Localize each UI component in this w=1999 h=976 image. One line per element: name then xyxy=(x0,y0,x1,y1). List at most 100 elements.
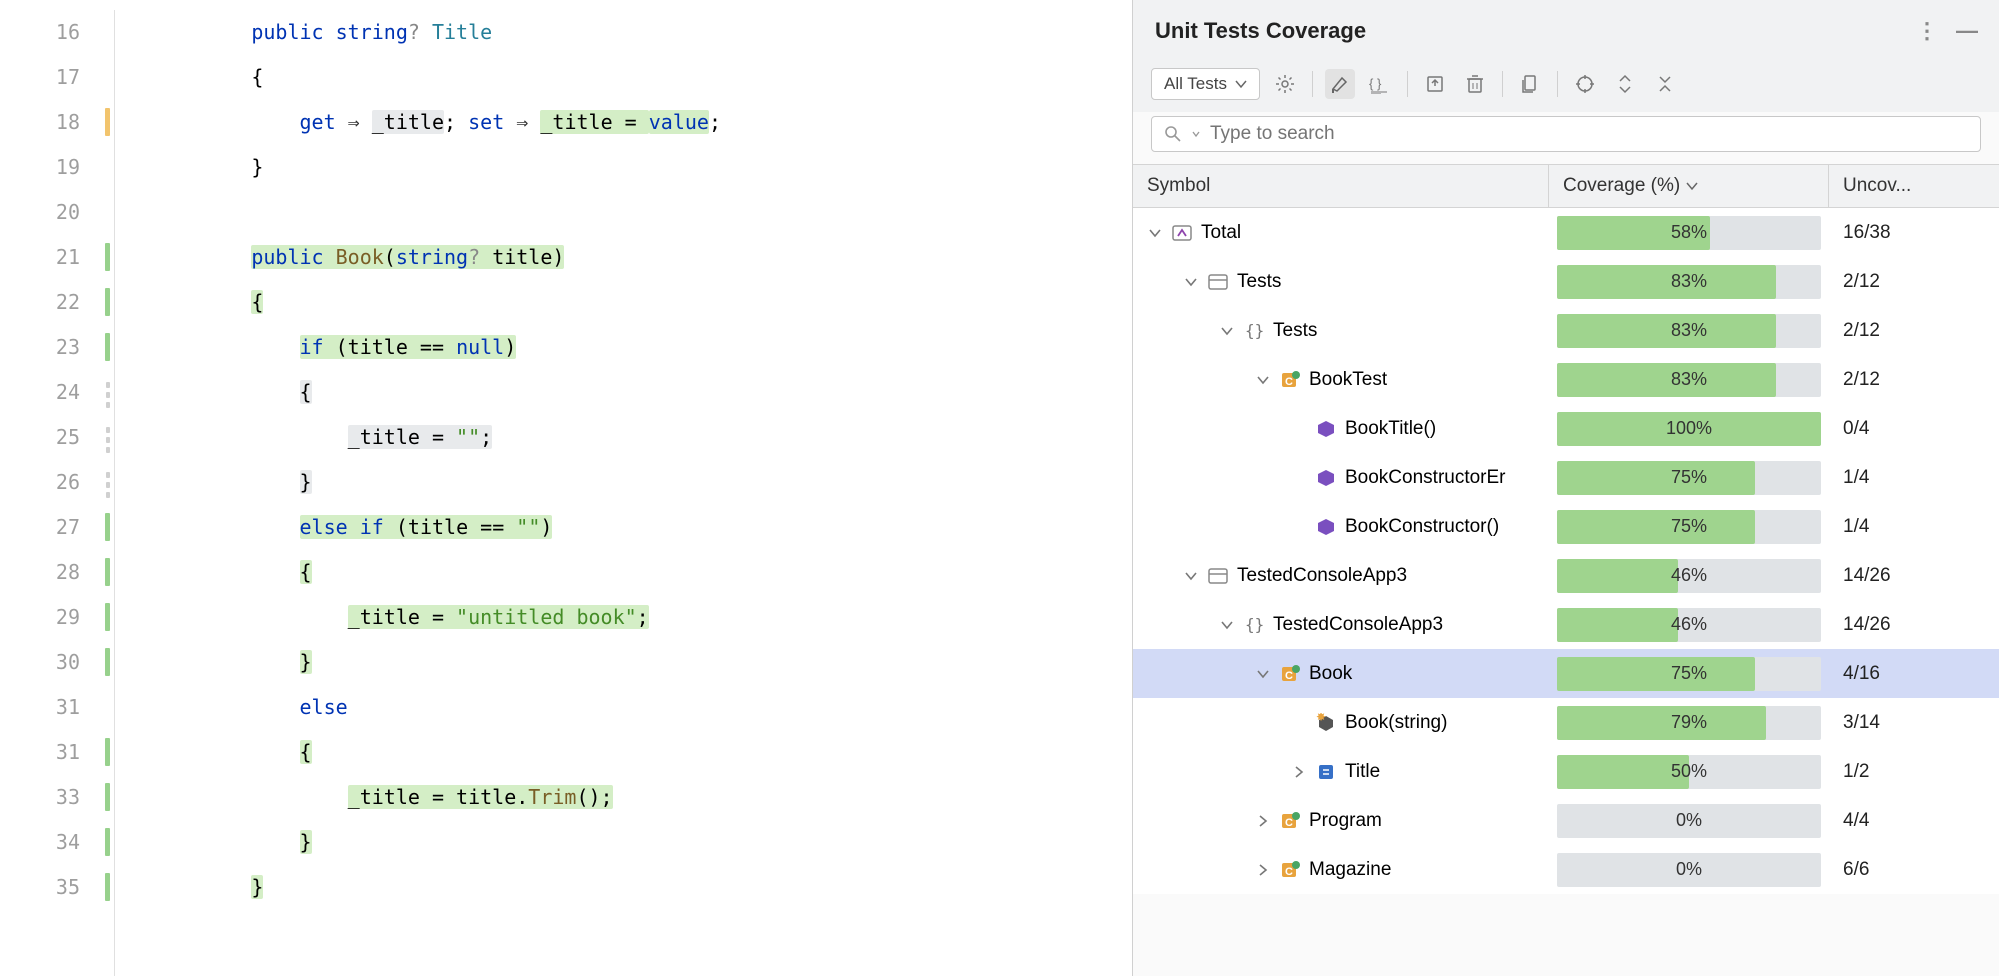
symbol-cell: Title xyxy=(1133,761,1549,783)
col-header-uncovered[interactable]: Uncov... xyxy=(1829,164,1999,208)
tests-scope-dropdown[interactable]: All Tests xyxy=(1151,68,1260,100)
code-line[interactable]: { xyxy=(155,370,1132,415)
tree-row[interactable]: CBookTest83%2/12 xyxy=(1133,355,1999,404)
code-line[interactable]: { xyxy=(155,550,1132,595)
settings-icon[interactable] xyxy=(1270,69,1300,99)
chevron-down-icon[interactable] xyxy=(1219,325,1235,337)
col-header-coverage[interactable]: Coverage (%) xyxy=(1549,164,1829,208)
uncovered-cell: 1/4 xyxy=(1829,516,1999,538)
symbol-cell: BookConstructor() xyxy=(1133,516,1549,538)
coverage-tree[interactable]: Total58%16/38Tests83%2/12{}Tests83%2/12C… xyxy=(1133,208,1999,894)
code-line[interactable]: else xyxy=(155,685,1132,730)
chevron-down-icon[interactable] xyxy=(1255,668,1271,680)
highlight-toggle-icon[interactable] xyxy=(1325,69,1355,99)
tree-row[interactable]: BookConstructor()75%1/4 xyxy=(1133,502,1999,551)
tree-row[interactable]: Title50%1/2 xyxy=(1133,747,1999,796)
code-line[interactable]: if (title == null) xyxy=(155,325,1132,370)
uncovered-cell: 1/4 xyxy=(1829,467,1999,489)
code-line[interactable]: public string? Title xyxy=(155,10,1132,55)
symbol-cell: {}TestedConsoleApp3 xyxy=(1133,614,1549,636)
uncovered-cell: 4/16 xyxy=(1829,663,1999,685)
line-number: 25 xyxy=(0,415,80,460)
chevron-down-icon[interactable] xyxy=(1147,227,1163,239)
code-line[interactable] xyxy=(155,190,1132,235)
target-icon[interactable] xyxy=(1570,69,1600,99)
code-line[interactable]: } xyxy=(155,640,1132,685)
minimize-icon[interactable]: — xyxy=(1957,21,1977,41)
tree-row[interactable]: CProgram0%4/4 xyxy=(1133,796,1999,845)
code-line[interactable]: _title = title.Trim(); xyxy=(155,775,1132,820)
toolbar: All Tests { } xyxy=(1133,58,1999,112)
code-line[interactable]: { xyxy=(155,55,1132,100)
code-line[interactable]: public Book(string? title) xyxy=(155,235,1132,280)
copy-icon[interactable] xyxy=(1515,69,1545,99)
tree-row[interactable]: Total58%16/38 xyxy=(1133,208,1999,257)
export-icon[interactable] xyxy=(1420,69,1450,99)
search-input[interactable] xyxy=(1210,123,1968,145)
code-editor[interactable]: 1617181920212223242526272829303131333435… xyxy=(0,0,1132,976)
line-number: 35 xyxy=(0,865,80,910)
chevron-placeholder xyxy=(1291,418,1307,440)
code-line[interactable]: } xyxy=(155,145,1132,190)
line-number: 16 xyxy=(0,10,80,55)
delete-icon[interactable] xyxy=(1460,69,1490,99)
code-line[interactable]: _title = "untitled book"; xyxy=(155,595,1132,640)
svg-text:C: C xyxy=(1285,866,1293,878)
code-line[interactable]: _title = ""; xyxy=(155,415,1132,460)
search-box[interactable] xyxy=(1151,116,1981,152)
chevron-down-icon xyxy=(1192,130,1200,138)
panel-header: Unit Tests Coverage ⋮ — xyxy=(1133,0,1999,58)
coverage-bar: 83% xyxy=(1557,314,1821,348)
code-line[interactable]: } xyxy=(155,460,1132,505)
options-icon[interactable]: ⋮ xyxy=(1917,21,1937,41)
tree-row[interactable]: CMagazine0%6/6 xyxy=(1133,845,1999,894)
tree-label: Magazine xyxy=(1309,859,1391,881)
panel-title: Unit Tests Coverage xyxy=(1155,18,1366,44)
uncovered-cell: 1/2 xyxy=(1829,761,1999,783)
chevron-placeholder xyxy=(1291,467,1307,489)
chevron-down-icon[interactable] xyxy=(1255,374,1271,386)
separator xyxy=(1312,71,1313,97)
line-number: 27 xyxy=(0,505,80,550)
chevron-right-icon[interactable] xyxy=(1255,815,1271,827)
chevron-down-icon[interactable] xyxy=(1183,276,1199,288)
uncovered-cell: 2/12 xyxy=(1829,320,1999,342)
chevron-down-icon[interactable] xyxy=(1219,619,1235,631)
code-line[interactable]: else if (title == "") xyxy=(155,505,1132,550)
symbol-cell: BookTitle() xyxy=(1133,418,1549,440)
code-line[interactable]: } xyxy=(155,865,1132,910)
line-number: 18 xyxy=(0,100,80,145)
tree-row[interactable]: CBook75%4/16 xyxy=(1133,649,1999,698)
chevron-right-icon[interactable] xyxy=(1291,766,1307,778)
code-line[interactable]: { xyxy=(155,730,1132,775)
tree-row[interactable]: Tests83%2/12 xyxy=(1133,257,1999,306)
coverage-bar: 83% xyxy=(1557,363,1821,397)
col-header-symbol[interactable]: Symbol xyxy=(1133,164,1549,208)
show-hot-spots-icon[interactable]: { } xyxy=(1365,69,1395,99)
tree-row[interactable]: {}TestedConsoleApp346%14/26 xyxy=(1133,600,1999,649)
tree-row[interactable]: BookTitle()100%0/4 xyxy=(1133,404,1999,453)
class-icon: C xyxy=(1279,369,1301,391)
tree-row[interactable]: ✸Book(string)79%3/14 xyxy=(1133,698,1999,747)
collapse-all-icon[interactable] xyxy=(1650,69,1680,99)
coverage-panel: Unit Tests Coverage ⋮ — All Tests { } xyxy=(1132,0,1999,976)
code-line[interactable]: { xyxy=(155,280,1132,325)
symbol-cell: C Magazine xyxy=(1133,859,1549,881)
gutter: 1617181920212223242526272829303131333435 xyxy=(0,10,115,976)
coverage-bar: 75% xyxy=(1557,657,1821,691)
code-area[interactable]: public string? Title { get ⇒ _title; set… xyxy=(115,10,1132,976)
chevron-down-icon[interactable] xyxy=(1183,570,1199,582)
line-number: 28 xyxy=(0,550,80,595)
code-line[interactable]: get ⇒ _title; set ⇒ _title = value; xyxy=(155,100,1132,145)
chevron-placeholder xyxy=(1291,516,1307,538)
ns-icon: {} xyxy=(1243,614,1265,636)
tree-row[interactable]: {}Tests83%2/12 xyxy=(1133,306,1999,355)
chevron-right-icon[interactable] xyxy=(1255,864,1271,876)
line-number: 24 xyxy=(0,370,80,415)
sort-desc-icon xyxy=(1686,181,1698,191)
code-line[interactable]: } xyxy=(155,820,1132,865)
class-icon: C xyxy=(1279,663,1301,685)
tree-row[interactable]: TestedConsoleApp346%14/26 xyxy=(1133,551,1999,600)
expand-collapse-icon[interactable] xyxy=(1610,69,1640,99)
tree-row[interactable]: BookConstructorEr75%1/4 xyxy=(1133,453,1999,502)
